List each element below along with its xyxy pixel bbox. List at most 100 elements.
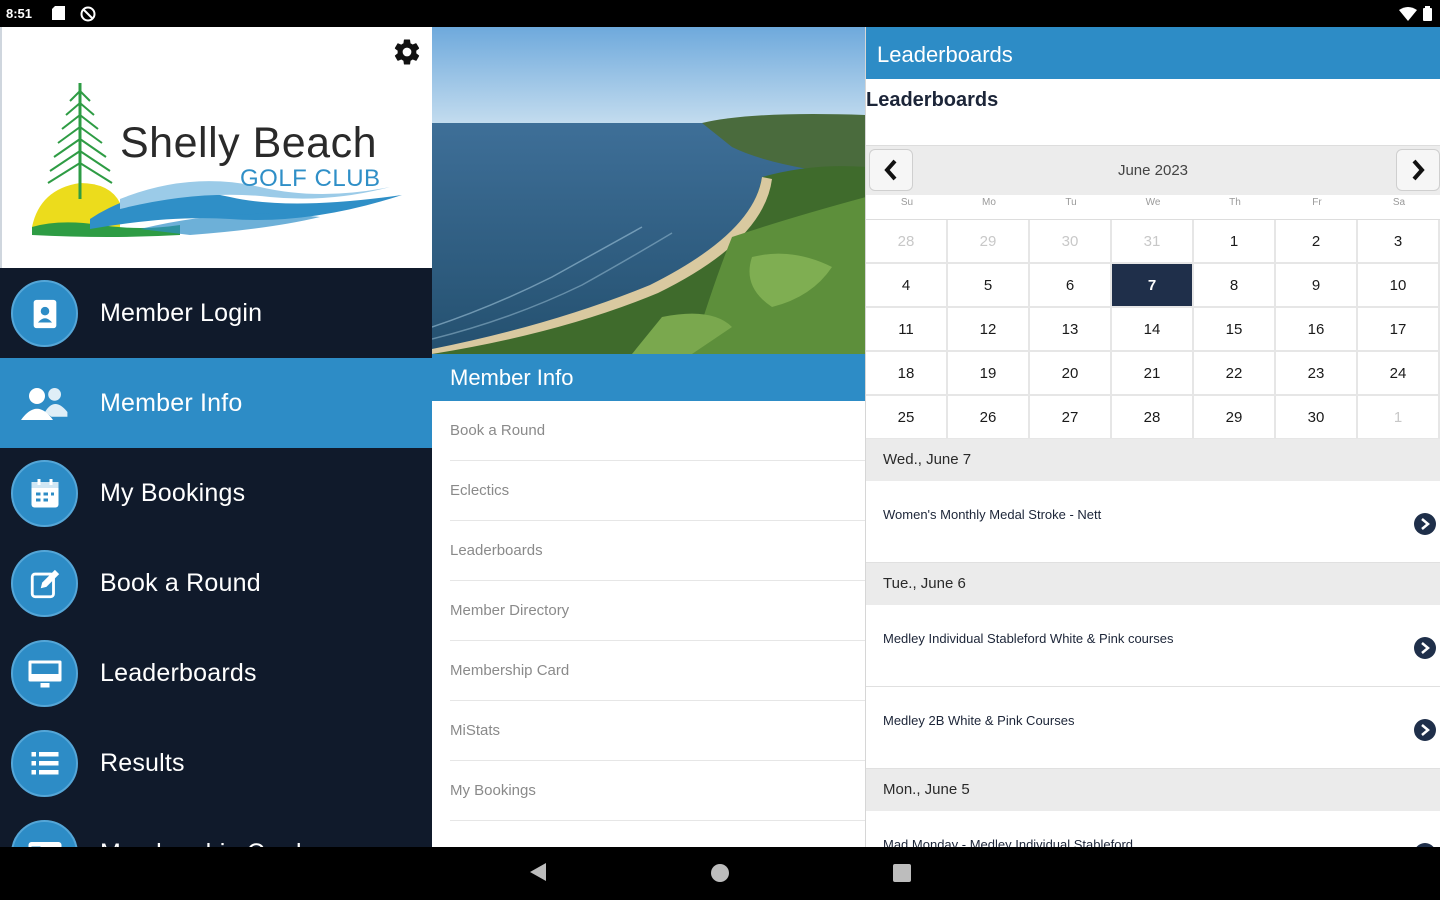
calendar-grid: 28 29 30 31 1 2 3 4 5 6 7 8 9 10 11 12 13 14 15 16 17 18 19 20 2…	[866, 219, 1440, 440]
sidebar-item-leaderboards[interactable]: Leaderboards	[0, 628, 432, 718]
calendar-day[interactable]: 1	[1194, 220, 1276, 264]
calendar-day[interactable]: 29	[948, 220, 1030, 264]
calendar-day[interactable]: 24	[1358, 352, 1440, 396]
calendar-day[interactable]: 17	[1358, 308, 1440, 352]
calendar-day[interactable]: 18	[866, 352, 948, 396]
calendar-day[interactable]: 8	[1194, 264, 1276, 308]
calendar-day[interactable]: 5	[948, 264, 1030, 308]
calendar-day[interactable]: 31	[1112, 220, 1194, 264]
calendar-day[interactable]: 3	[1358, 220, 1440, 264]
system-nav-bar	[0, 847, 1440, 900]
chevron-right-circle-icon[interactable]	[1414, 719, 1436, 741]
gear-icon[interactable]	[392, 37, 422, 67]
sidebar-item-member-login[interactable]: Member Login	[0, 268, 432, 358]
member-info-list: Book a Round Eclectics Leaderboards Memb…	[432, 401, 865, 821]
chevron-right-icon	[1412, 159, 1425, 181]
page-title: Leaderboards	[866, 89, 999, 111]
calendar-day[interactable]: 26	[948, 396, 1030, 440]
sidebar-item-label: Member Info	[100, 388, 243, 417]
sidebar-item-label: Membership Card	[100, 839, 302, 848]
club-subtitle: GOLF CLUB	[240, 165, 381, 192]
calendar-day[interactable]: 12	[948, 308, 1030, 352]
calendar-day[interactable]: 14	[1112, 308, 1194, 352]
event-title: Medley 2B White & Pink Courses	[883, 713, 1075, 728]
list-item-leaderboards[interactable]: Leaderboards	[450, 521, 865, 581]
calendar-day[interactable]: 15	[1194, 308, 1276, 352]
list-item-my-bookings[interactable]: My Bookings	[450, 761, 865, 821]
calendar-day[interactable]: 20	[1030, 352, 1112, 396]
sidebar-item-label: My Bookings	[100, 478, 246, 507]
next-month-button[interactable]	[1396, 149, 1440, 191]
chevron-right-circle-icon[interactable]	[1414, 637, 1436, 659]
weekday-label: Su	[900, 197, 914, 208]
calendar-day[interactable]: 21	[1112, 352, 1194, 396]
event-list-item[interactable]: Medley 2B White & Pink Courses	[866, 687, 1440, 769]
member-info-pane: Member Info Book a Round Eclectics Leade…	[432, 27, 866, 847]
calendar-header: June 2023	[866, 145, 1440, 195]
list-item-member-directory[interactable]: Member Directory	[450, 581, 865, 641]
sidebar-item-member-info[interactable]: Member Info	[0, 358, 432, 448]
event-date-header: Tue., June 6	[866, 563, 1440, 605]
calendar-day[interactable]: 13	[1030, 308, 1112, 352]
sidebar-item-my-bookings[interactable]: My Bookings	[0, 448, 432, 538]
calendar-day[interactable]: 28	[866, 220, 948, 264]
calendar-day[interactable]: 6	[1030, 264, 1112, 308]
chevron-right-circle-icon[interactable]	[1414, 513, 1436, 535]
list-item-eclectics[interactable]: Eclectics	[450, 461, 865, 521]
calendar-day[interactable]: 29	[1194, 396, 1276, 440]
calendar-day[interactable]: 23	[1276, 352, 1358, 396]
weekday-label: Tu	[1065, 197, 1077, 208]
calendar-day[interactable]: 16	[1276, 308, 1358, 352]
sidebar-item-results[interactable]: Results	[0, 718, 432, 808]
event-date-header: Wed., June 7	[866, 439, 1440, 481]
calendar-day[interactable]: 10	[1358, 264, 1440, 308]
weekday-label: Sa	[1392, 197, 1406, 208]
recents-icon[interactable]	[893, 864, 911, 887]
calendar-day[interactable]: 1	[1358, 396, 1440, 440]
calendar-day[interactable]: 9	[1276, 264, 1358, 308]
calendar-day[interactable]: 27	[1030, 396, 1112, 440]
edit-icon	[11, 550, 78, 617]
back-icon[interactable]	[528, 861, 548, 888]
status-time: 8:51	[6, 6, 33, 21]
list-item-membership-card[interactable]: Membership Card	[450, 641, 865, 701]
wifi-icon	[1399, 6, 1417, 26]
sidebar-item-book-a-round[interactable]: Book a Round	[0, 538, 432, 628]
calendar-day[interactable]: 28	[1112, 396, 1194, 440]
event-list-item[interactable]: Mad Monday - Medley Individual Stablefor…	[866, 811, 1440, 847]
event-list-item[interactable]: Women's Monthly Medal Stroke - Nett	[866, 481, 1440, 563]
member-info-header: Member Info	[432, 354, 865, 401]
calendar-day[interactable]: 22	[1194, 352, 1276, 396]
users-icon	[11, 370, 78, 437]
calendar-day[interactable]: 4	[866, 264, 948, 308]
card-icon	[11, 820, 78, 847]
calendar-icon	[11, 460, 78, 527]
calendar-day[interactable]: 30	[1030, 220, 1112, 264]
weekday-label: Fr	[1312, 197, 1322, 208]
sd-card-icon	[52, 6, 65, 20]
id-badge-icon	[11, 280, 78, 347]
calendar-day[interactable]: 30	[1276, 396, 1358, 440]
calendar-day[interactable]: 19	[948, 352, 1030, 396]
home-icon[interactable]	[710, 863, 730, 888]
drawer-menu: Member Login Member Info My Bookings Boo…	[0, 268, 432, 847]
no-sync-icon	[80, 6, 97, 22]
calendar-day[interactable]: 11	[866, 308, 948, 352]
calendar-day[interactable]: 25	[866, 396, 948, 440]
sidebar-item-label: Member Login	[100, 298, 263, 327]
weekday-label: Mo	[982, 197, 996, 208]
calendar-day[interactable]: 2	[1276, 220, 1358, 264]
list-item-mistats[interactable]: MiStats	[450, 701, 865, 761]
calendar-month: June 2023	[1117, 162, 1189, 179]
status-bar: 8:51	[0, 0, 1440, 27]
course-aerial-photo	[432, 27, 865, 354]
event-date-header: Mon., June 5	[866, 769, 1440, 811]
battery-icon	[1423, 6, 1432, 26]
event-title: Medley Individual Stableford White & Pin…	[883, 631, 1174, 646]
sidebar-item-membership-card[interactable]: Membership Card	[0, 808, 432, 847]
weekday-label: We	[1145, 197, 1161, 208]
event-list-item[interactable]: Medley Individual Stableford White & Pin…	[866, 605, 1440, 687]
calendar-day-selected[interactable]: 7	[1112, 264, 1194, 308]
event-list: Wed., June 7 Women's Monthly Medal Stroke…	[866, 439, 1440, 847]
list-item-book-a-round[interactable]: Book a Round	[450, 401, 865, 461]
